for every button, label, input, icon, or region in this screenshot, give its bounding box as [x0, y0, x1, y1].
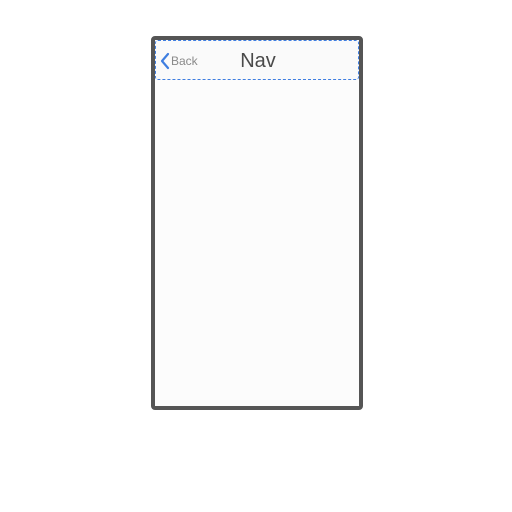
back-button[interactable]: Back — [160, 41, 198, 81]
chevron-left-icon — [160, 52, 170, 70]
canvas: Nav Back — [0, 0, 512, 512]
phone-frame: Nav Back — [151, 36, 363, 410]
back-label: Back — [171, 54, 198, 68]
navigation-bar: Nav Back — [155, 40, 359, 80]
